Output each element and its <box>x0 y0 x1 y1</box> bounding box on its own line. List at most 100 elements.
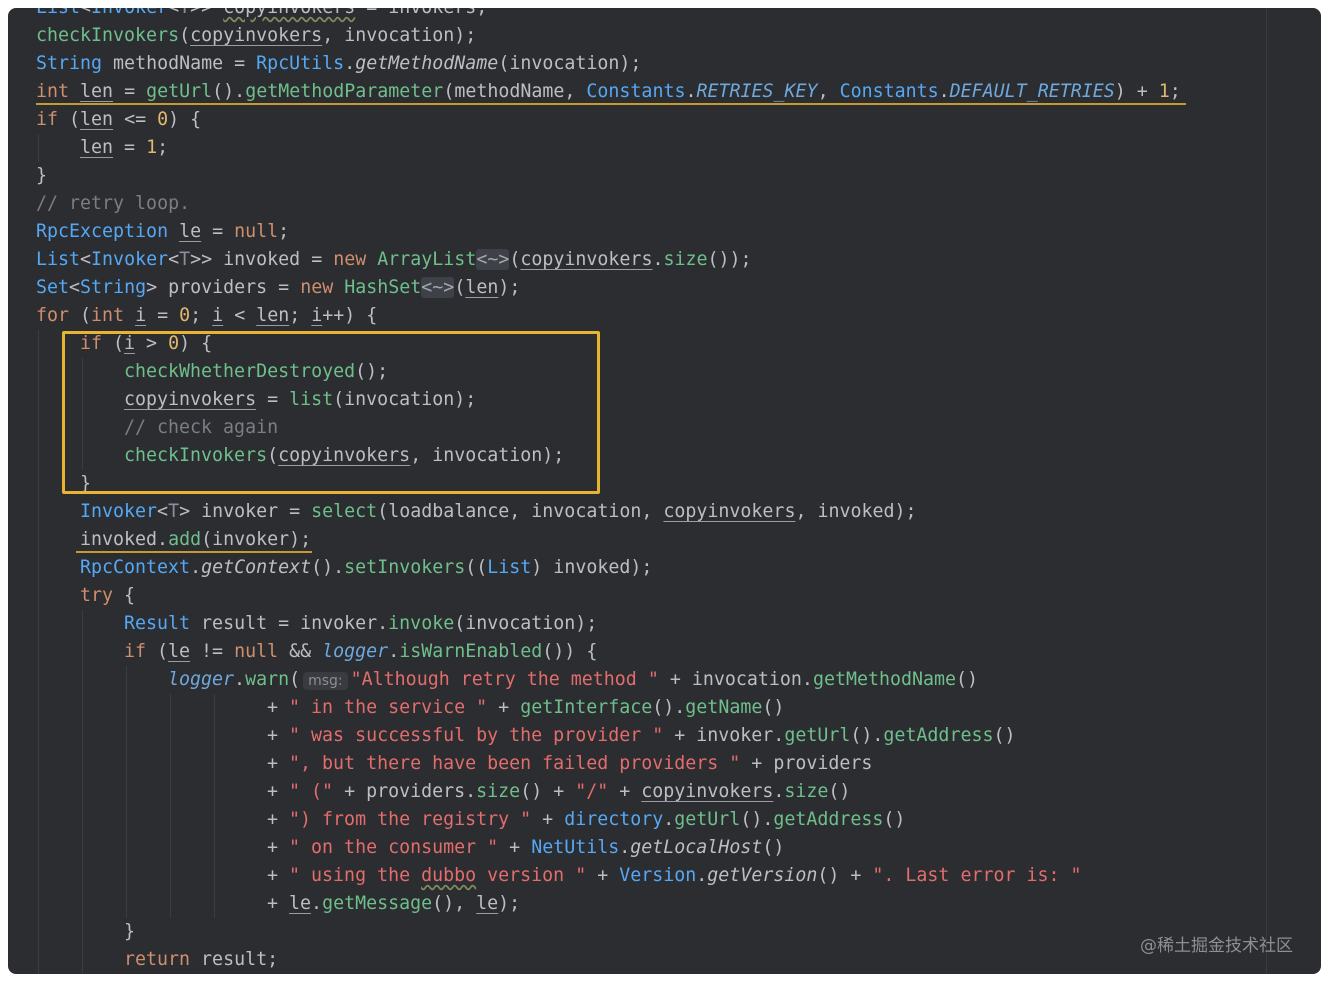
code-token: } <box>36 165 48 186</box>
code-token: Constants <box>586 81 686 102</box>
code-token: getAddress <box>773 809 884 830</box>
code-token: copyinvokers <box>641 781 774 802</box>
code-token: (invocation); <box>454 613 598 634</box>
code-token: . <box>190 557 202 578</box>
code-token: RpcException <box>36 221 169 242</box>
code-token: getMethodName <box>812 669 957 690</box>
code-token: add <box>168 529 202 550</box>
code-line[interactable]: RpcContext.getContext().setInvokers((Lis… <box>8 554 1321 582</box>
code-line[interactable]: + le.getMessage(), le); <box>8 890 1321 918</box>
code-line[interactable]: checkInvokers(copyinvokers, invocation); <box>8 22 1321 50</box>
code-token: int <box>91 305 125 326</box>
code-line[interactable]: + " using the dubbo version " + Version.… <box>8 862 1321 890</box>
code-line[interactable]: if (len <= 0) { <box>8 106 1321 134</box>
code-token: getInterface <box>520 697 653 718</box>
indent-guide <box>38 638 39 666</box>
code-token: (loadbalance, invocation, <box>377 501 664 522</box>
code-token: if <box>124 641 147 662</box>
code-token: isWarnEnabled <box>399 641 543 662</box>
code-line[interactable]: } <box>8 162 1321 190</box>
code-line[interactable]: logger.warn(msg: "Although retry the meth… <box>8 666 1321 694</box>
code-line[interactable]: return result; <box>8 946 1321 974</box>
code-token: int <box>36 81 70 102</box>
code-line[interactable]: invoked.add(invoker); <box>8 526 1321 554</box>
code-token: " in the service " <box>289 697 488 718</box>
code-line[interactable]: for (int i = 0; i < len; i++) { <box>8 302 1321 330</box>
indent-guide <box>38 666 39 694</box>
indent-guide <box>38 694 39 722</box>
code-token: (). <box>212 81 246 102</box>
code-token: ++) { <box>322 305 378 326</box>
code-line[interactable]: if (le != null && logger.isWarnEnabled()… <box>8 638 1321 666</box>
annotation-underline-invoked-add <box>76 551 312 553</box>
code-editor[interactable]: List<Invoker<T>> copyinvokers = invokers… <box>8 8 1321 974</box>
code-token: getMessage <box>322 893 433 914</box>
code-line[interactable]: + " (" + providers.size() + "/" + copyin… <box>8 778 1321 806</box>
code-line[interactable]: Result result = invoker.invoke(invocatio… <box>8 610 1321 638</box>
code-line[interactable]: + ", but there have been failed provider… <box>8 750 1321 778</box>
code-line[interactable]: Invoker<T> invoker = select(loadbalance,… <box>8 498 1321 526</box>
indent-guide <box>38 554 39 582</box>
code-line[interactable]: RpcException le = null; <box>8 218 1321 246</box>
indent-guide <box>82 722 83 750</box>
code-line[interactable]: } <box>8 918 1321 946</box>
indent-guide <box>38 778 39 806</box>
code-token: + <box>256 725 290 746</box>
indent-guide <box>38 750 39 778</box>
code-token: methodName = <box>102 53 257 74</box>
indent-guide <box>170 806 171 834</box>
indent-guide <box>214 750 215 778</box>
indent-guide <box>214 778 215 806</box>
indent-guide <box>82 610 83 638</box>
code-token: () <box>883 809 906 830</box>
indent-guide <box>38 610 39 638</box>
code-token: ( <box>509 249 521 270</box>
code-token: checkInvokers <box>36 25 180 46</box>
code-line[interactable]: // retry loop. <box>8 190 1321 218</box>
code-token: != <box>190 641 235 662</box>
code-line[interactable]: List<Invoker<T>> copyinvokers = invokers… <box>8 8 1321 22</box>
code-token: ", but there have been failed providers … <box>289 753 741 774</box>
code-line[interactable]: + " on the consumer " + NetUtils.getLoca… <box>8 834 1321 862</box>
code-line[interactable]: + " was successful by the provider " + i… <box>8 722 1321 750</box>
code-token: le <box>476 893 499 914</box>
code-line[interactable]: Set<String> providers = new HashSet<~>(l… <box>8 274 1321 302</box>
code-token: ". Last error is: " <box>872 865 1082 886</box>
code-token: = <box>113 137 147 158</box>
code-token: String <box>36 53 103 74</box>
code-token: Result <box>124 613 191 634</box>
code-line[interactable]: + ") from the registry " + directory.get… <box>8 806 1321 834</box>
indent-guide <box>38 722 39 750</box>
code-line[interactable]: len = 1; <box>8 134 1321 162</box>
code-token: len <box>80 81 114 102</box>
code-token: copyinvokers <box>663 501 796 522</box>
code-token: Constants <box>839 81 939 102</box>
code-token: String <box>80 277 147 298</box>
code-line[interactable]: try { <box>8 582 1321 610</box>
code-token: invoke <box>388 613 455 634</box>
code-token: null <box>234 641 279 662</box>
code-token: . <box>696 865 708 886</box>
code-token: 0 <box>157 109 169 130</box>
code-token: () <box>762 697 785 718</box>
indent-guide <box>126 666 127 694</box>
code-line[interactable]: int len = getUrl().getMethodParameter(me… <box>8 78 1321 106</box>
code-token: >> invoked = <box>190 249 334 270</box>
code-token: getName <box>685 697 763 718</box>
code-line[interactable]: String methodName = RpcUtils.getMethodNa… <box>8 50 1321 78</box>
code-token: warn <box>245 669 290 690</box>
code-token: = <box>201 221 235 242</box>
code-token: + providers <box>740 753 873 774</box>
indent-guide <box>214 722 215 750</box>
code-token: = <box>113 81 147 102</box>
code-token: + <box>586 865 620 886</box>
indent-guide <box>126 750 127 778</box>
indent-guide <box>170 750 171 778</box>
code-token: RpcUtils <box>256 53 345 74</box>
indent-guide <box>38 330 39 358</box>
code-token: < <box>80 8 91 18</box>
code-line[interactable]: + " in the service " + getInterface().ge… <box>8 694 1321 722</box>
code-line[interactable]: List<Invoker<T>> invoked = new ArrayList… <box>8 246 1321 274</box>
